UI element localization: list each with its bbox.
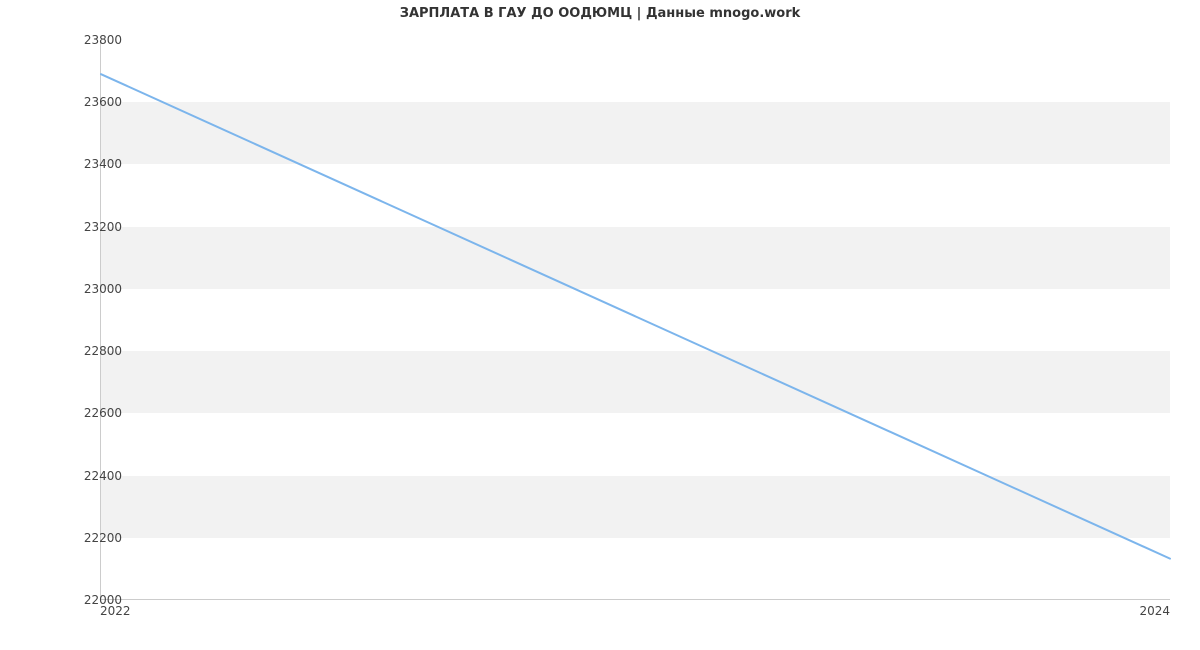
y-tick-label: 23400 <box>84 157 122 171</box>
salary-line-chart: ЗАРПЛАТА В ГАУ ДО ООДЮМЦ | Данные mnogo.… <box>0 0 1200 650</box>
y-tick-label: 23200 <box>84 220 122 234</box>
x-tick-label: 2024 <box>1139 604 1170 618</box>
y-tick-label: 22800 <box>84 344 122 358</box>
y-tick-label: 22400 <box>84 469 122 483</box>
y-tick-label: 23600 <box>84 95 122 109</box>
series-line <box>101 74 1170 558</box>
chart-title: ЗАРПЛАТА В ГАУ ДО ООДЮМЦ | Данные mnogo.… <box>0 6 1200 21</box>
y-tick-label: 22200 <box>84 531 122 545</box>
x-tick-label: 2022 <box>100 604 131 618</box>
y-tick-label: 22600 <box>84 406 122 420</box>
plot-area <box>100 40 1170 600</box>
y-tick-label: 23000 <box>84 282 122 296</box>
y-tick-label: 23800 <box>84 33 122 47</box>
